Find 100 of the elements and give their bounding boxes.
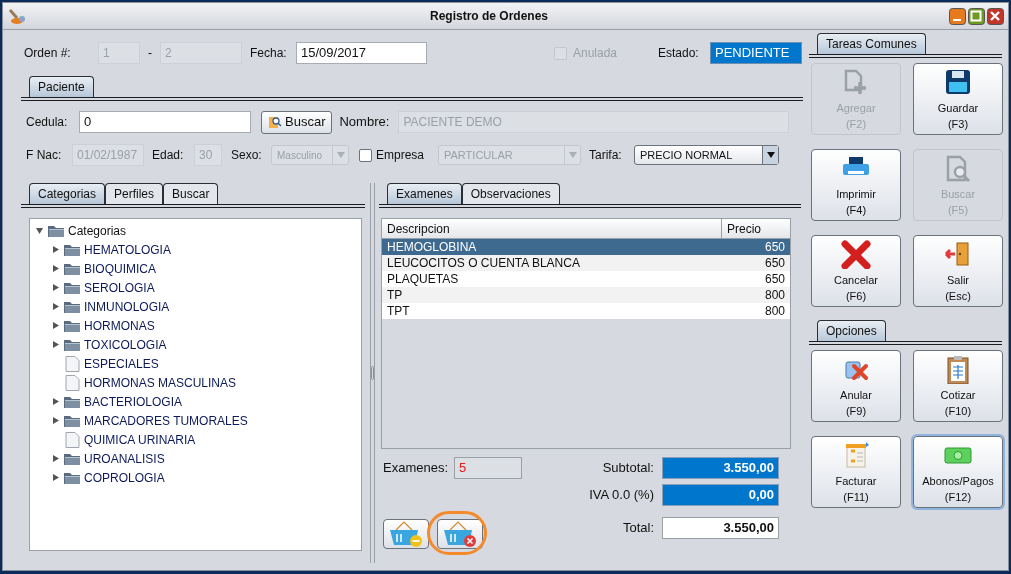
tree-item[interactable]: Categorias <box>68 221 127 240</box>
table-cell-text: TP <box>386 287 404 304</box>
basket-icon <box>388 520 424 548</box>
caret-down-icon[interactable] <box>35 226 44 235</box>
table-row[interactable]: PLAQUETAS 650 <box>382 271 790 287</box>
tree-item[interactable]: UROANALISIS <box>84 449 165 468</box>
toolbar-button[interactable]: Cancelar (F6) <box>811 235 901 307</box>
input-field[interactable]: 5 <box>454 457 522 479</box>
toolbar-button[interactable]: Guardar (F3) <box>913 63 1003 135</box>
table-row[interactable]: TP 800 <box>382 287 790 303</box>
caret-right-icon[interactable] <box>51 245 60 254</box>
toolbar-button[interactable]: Facturar (F11) <box>811 436 901 508</box>
tab[interactable]: Opciones <box>817 320 886 341</box>
field-label: IVA 0.0 (%) <box>589 486 654 505</box>
table-row[interactable]: LEUCOCITOS O CUENTA BLANCA 650 <box>382 255 790 271</box>
document-icon <box>63 374 81 391</box>
tree-item[interactable]: TOXICOLOGIA <box>84 335 167 354</box>
delete-basket-button[interactable] <box>437 519 483 549</box>
table-cell-text: 650 <box>763 255 786 272</box>
field-label: Total: <box>622 519 654 538</box>
caret-right-icon[interactable] <box>51 340 60 349</box>
field-label: Cedula: <box>26 114 69 131</box>
tab[interactable]: Tareas Comunes <box>817 33 926 54</box>
folder-icon <box>63 394 81 409</box>
document-icon <box>63 431 81 448</box>
window-title: Registro de Ordenes <box>429 8 549 25</box>
dropdown[interactable]: PRECIO NORMAL <box>634 145 779 165</box>
folder-icon <box>63 413 81 428</box>
search-button[interactable]: Buscar <box>261 110 333 134</box>
tree-item[interactable]: SEROLOGIA <box>84 278 155 297</box>
minimize-icon[interactable] <box>949 7 966 25</box>
table-cell-text: LEUCOCITOS O CUENTA BLANCA <box>386 255 581 272</box>
document-icon <box>63 355 81 372</box>
field-label: Orden #: <box>24 45 72 62</box>
caret-right-icon[interactable] <box>51 454 60 463</box>
caret-right-icon[interactable] <box>51 473 60 482</box>
field-label: Sexo: <box>231 147 263 164</box>
table-cell-text: 800 <box>763 303 786 320</box>
tree-item[interactable]: COPROLOGIA <box>84 468 165 487</box>
field-label: Nombre: <box>339 113 391 132</box>
tab[interactable]: Observaciones <box>461 183 560 204</box>
folder-icon <box>63 261 81 276</box>
tree-item[interactable]: INMUNOLOGIA <box>84 297 170 316</box>
input-field[interactable]: 3.550,00 <box>662 457 779 479</box>
input-field[interactable]: 0 <box>79 111 251 133</box>
remove-basket-button[interactable] <box>383 519 429 549</box>
close-icon[interactable] <box>987 7 1004 25</box>
tree-item[interactable]: ESPECIALES <box>84 354 159 373</box>
table-cell-text: 800 <box>763 287 786 304</box>
table-cell-text: PLAQUETAS <box>386 271 460 288</box>
column-header[interactable]: Precio <box>722 219 790 238</box>
folder-icon <box>63 318 81 333</box>
checkbox[interactable] <box>359 148 372 162</box>
toolbar-button[interactable]: Cotizar (F10) <box>913 350 1003 422</box>
tab[interactable]: Categorias <box>29 183 106 204</box>
input-field[interactable]: PENDIENTE <box>710 42 802 64</box>
toolbar-button[interactable]: Imprimir (F4) <box>811 149 901 221</box>
tree-item[interactable]: HORMONAS MASCULINAS <box>84 373 237 392</box>
field-label: - <box>148 45 152 62</box>
cancel-icon <box>840 238 872 269</box>
caret-right-icon[interactable] <box>51 264 60 273</box>
caret-right-icon[interactable] <box>51 302 60 311</box>
folder-icon <box>63 451 81 466</box>
input-field[interactable]: 15/09/2017 <box>296 42 427 64</box>
maximize-icon[interactable] <box>968 7 985 25</box>
caret-right-icon[interactable] <box>51 321 60 330</box>
field-label: F Nac: <box>26 147 63 164</box>
table-cell-text: 650 <box>763 271 786 288</box>
input-field[interactable]: 3.550,00 <box>662 517 779 539</box>
caret-right-icon[interactable] <box>51 416 60 425</box>
field-label: Tarifa: <box>589 147 623 164</box>
tree-item[interactable]: HEMATOLOGIA <box>84 240 171 259</box>
tab[interactable]: Examenes <box>387 183 462 204</box>
table-cell-text: TPT <box>386 303 411 320</box>
table-row[interactable]: TPT 800 <box>382 303 790 319</box>
tree-item[interactable]: MARCADORES TUMORALES <box>84 411 248 430</box>
tree-item[interactable]: QUIMICA URINARIA <box>84 430 196 449</box>
tree-item[interactable]: BIOQUIMICA <box>84 259 156 278</box>
toolbar-button[interactable]: Salir (Esc) <box>913 235 1003 307</box>
input-field[interactable]: 0,00 <box>662 484 779 506</box>
caret-right-icon[interactable] <box>51 397 60 406</box>
field-label: Examenes: <box>383 459 450 478</box>
tab[interactable]: Perfiles <box>105 183 164 204</box>
toolbar-button[interactable]: Anular (F9) <box>811 350 901 422</box>
caret-icon <box>766 152 775 158</box>
tree-item[interactable]: BACTERIOLOGIA <box>84 392 183 411</box>
tab[interactable]: Buscar <box>163 183 219 204</box>
table-row[interactable]: HEMOGLOBINA 650 <box>382 239 790 255</box>
field-label: Anulada <box>573 45 618 62</box>
caret-right-icon[interactable] <box>51 283 60 292</box>
toolbar-button[interactable]: Abonos/Pagos (F12) <box>913 436 1003 508</box>
table-cell-text: HEMOGLOBINA <box>386 239 478 256</box>
field-label: Subtotal: <box>602 459 654 478</box>
tab[interactable]: Paciente <box>29 76 94 97</box>
tree-item[interactable]: HORMONAS <box>84 316 155 335</box>
search-icon <box>268 115 282 129</box>
folder-icon <box>47 223 65 238</box>
table-cell-text: 650 <box>763 239 786 256</box>
column-header[interactable]: Descripcion <box>382 219 722 238</box>
field-label: Empresa <box>376 147 425 164</box>
